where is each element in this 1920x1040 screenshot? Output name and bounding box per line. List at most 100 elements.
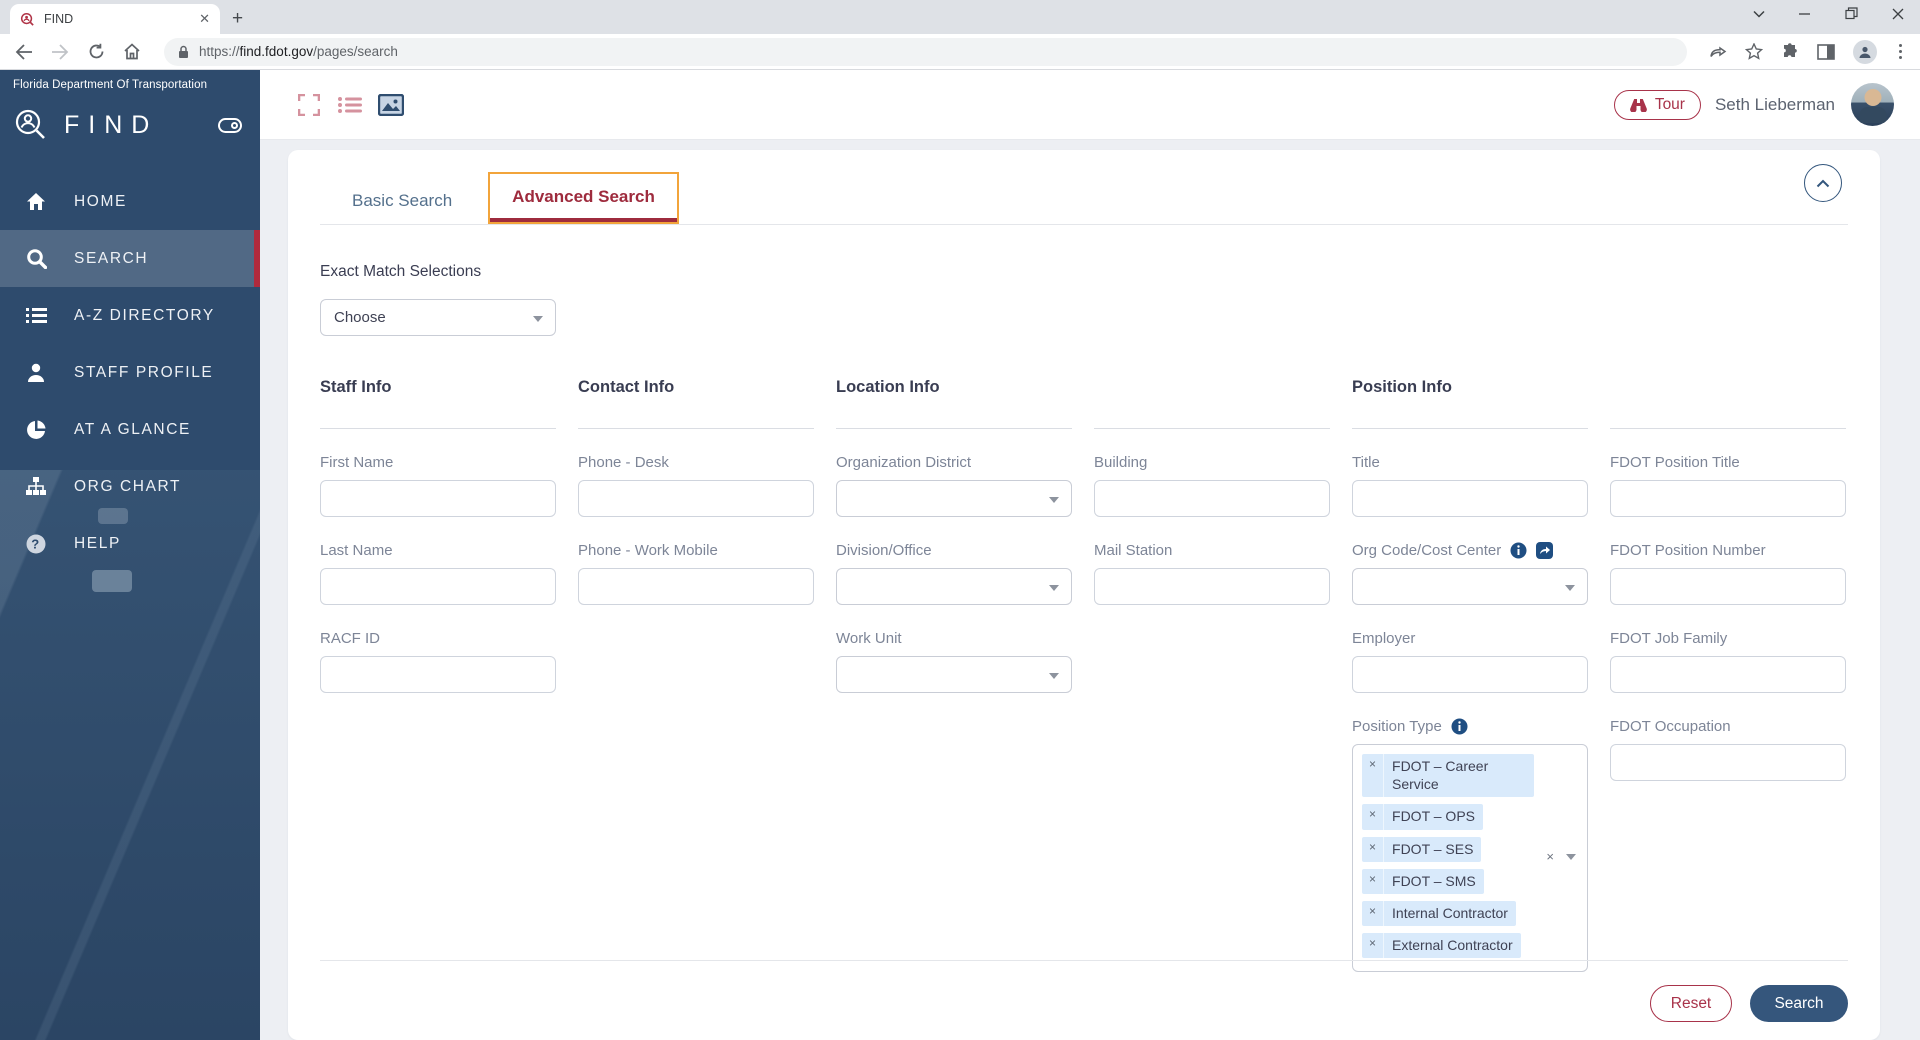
multiselect-clear-all-icon[interactable]: ×	[1546, 849, 1554, 864]
search-tabs: Basic Search Advanced Search	[320, 150, 1848, 225]
last-name-label: Last Name	[320, 542, 393, 559]
tab-advanced-search[interactable]: Advanced Search	[488, 172, 679, 224]
last-name-input[interactable]	[320, 568, 556, 605]
chip-remove-icon[interactable]: ×	[1362, 804, 1385, 830]
section-title-location: Location Info	[836, 378, 940, 396]
tab-close-icon[interactable]: ✕	[199, 11, 210, 27]
fdot-job-family-input[interactable]	[1610, 656, 1846, 693]
tab-basic-search[interactable]: Basic Search	[330, 178, 474, 224]
reset-button[interactable]: Reset	[1650, 985, 1732, 1022]
forward-button[interactable]	[50, 42, 70, 62]
chip-remove-icon[interactable]: ×	[1362, 868, 1385, 894]
chevron-down-icon	[1049, 497, 1059, 503]
sidebar-item-search[interactable]: SEARCH	[0, 230, 260, 287]
chip-remove-icon[interactable]: ×	[1362, 900, 1385, 927]
racf-id-input[interactable]	[320, 656, 556, 693]
sidebar-item-az-directory[interactable]: A-Z DIRECTORY	[0, 287, 260, 344]
chip-internal-contractor: × Internal Contractor	[1362, 900, 1516, 927]
title-label: Title	[1352, 454, 1380, 471]
lock-icon	[178, 45, 189, 59]
url-text: https://find.fdot.gov/pages/search	[199, 44, 398, 59]
section-title-staff: Staff Info	[320, 378, 392, 396]
sidebar-item-at-a-glance[interactable]: AT A GLANCE	[0, 401, 260, 458]
fdot-occupation-input[interactable]	[1610, 744, 1846, 781]
search-icon	[25, 248, 47, 269]
new-tab-button[interactable]: +	[232, 9, 243, 28]
sidebar-item-staff-profile[interactable]: STAFF PROFILE	[0, 344, 260, 401]
open-org-chart-icon[interactable]	[1536, 542, 1554, 559]
home-button[interactable]	[122, 42, 142, 62]
title-input[interactable]	[1352, 480, 1588, 517]
fdot-occupation-label: FDOT Occupation	[1610, 718, 1731, 735]
window-menu-chevron-icon[interactable]	[1753, 10, 1765, 18]
fdot-position-title-input[interactable]	[1610, 480, 1846, 517]
share-icon[interactable]	[1709, 43, 1727, 60]
chip-external-contractor: × External Contractor	[1362, 933, 1521, 959]
person-icon	[25, 363, 47, 382]
window-minimize-button[interactable]	[1799, 8, 1811, 20]
svg-text:?: ?	[31, 536, 41, 551]
position-type-multiselect[interactable]: × FDOT – Career Service × FDOT – OPS × FDOT…	[1352, 744, 1588, 972]
section-divider	[836, 428, 1072, 429]
chevron-down-icon	[533, 316, 543, 322]
chevron-up-icon	[1816, 179, 1830, 187]
fdot-position-number-input[interactable]	[1610, 568, 1846, 605]
sidebar-item-org-chart[interactable]: ORG CHART	[0, 458, 260, 515]
sidebar-collapse-toggle[interactable]	[218, 117, 242, 133]
collapse-panel-button[interactable]	[1804, 164, 1842, 202]
url-bar[interactable]: https://find.fdot.gov/pages/search	[164, 37, 1687, 66]
section-divider	[320, 428, 556, 429]
window-restore-button[interactable]	[1845, 7, 1858, 20]
fdot-job-family-label: FDOT Job Family	[1610, 630, 1728, 647]
browser-tab[interactable]: FIND ✕	[10, 4, 220, 34]
fullscreen-view-icon[interactable]	[296, 92, 322, 118]
chevron-down-icon[interactable]	[1566, 853, 1576, 860]
division-office-select[interactable]	[836, 568, 1072, 605]
card-view-icon[interactable]	[378, 92, 404, 118]
extensions-puzzle-icon[interactable]	[1781, 42, 1799, 61]
list-view-icon[interactable]	[337, 92, 363, 118]
mail-station-label: Mail Station	[1094, 542, 1173, 559]
back-button[interactable]	[14, 42, 34, 62]
first-name-label: First Name	[320, 454, 394, 471]
work-unit-label: Work Unit	[836, 630, 902, 647]
building-input[interactable]	[1094, 480, 1330, 517]
sidebar-item-help[interactable]: ? HELP	[0, 515, 260, 572]
work-unit-select[interactable]	[836, 656, 1072, 693]
form-actions: Reset Search	[320, 960, 1848, 1022]
side-panel-icon[interactable]	[1816, 43, 1835, 60]
phone-work-mobile-label: Phone - Work Mobile	[578, 542, 718, 559]
building-label: Building	[1094, 454, 1148, 471]
organization-district-label: Organization District	[836, 454, 972, 471]
phone-desk-input[interactable]	[578, 480, 814, 517]
info-icon[interactable]	[1510, 542, 1527, 559]
window-close-button[interactable]	[1892, 8, 1904, 20]
chip-remove-icon[interactable]: ×	[1362, 754, 1385, 798]
section-divider	[578, 428, 814, 429]
browser-profile-avatar[interactable]	[1852, 39, 1877, 64]
phone-work-mobile-input[interactable]	[578, 568, 814, 605]
browser-menu-kebab-icon[interactable]	[1895, 43, 1907, 60]
user-avatar[interactable]	[1851, 83, 1894, 126]
info-icon[interactable]	[1451, 718, 1468, 735]
org-code-select[interactable]	[1352, 568, 1588, 605]
bookmark-star-icon[interactable]	[1744, 43, 1763, 60]
section-divider	[1094, 428, 1330, 429]
tour-button[interactable]: Tour	[1613, 89, 1701, 120]
employer-input[interactable]	[1352, 656, 1588, 693]
exact-match-label: Exact Match Selections	[320, 263, 482, 280]
sidebar-item-home[interactable]: HOME	[0, 173, 260, 230]
chip-fdot-sms: × FDOT – SMS	[1362, 868, 1484, 894]
chip-fdot-ops: × FDOT – OPS	[1362, 804, 1483, 830]
search-button[interactable]: Search	[1750, 985, 1848, 1022]
mail-station-input[interactable]	[1094, 568, 1330, 605]
section-title-contact: Contact Info	[578, 378, 675, 396]
organization-district-select[interactable]	[836, 480, 1072, 517]
division-office-label: Division/Office	[836, 542, 932, 559]
reload-button[interactable]	[86, 42, 106, 62]
first-name-input[interactable]	[320, 480, 556, 517]
chip-remove-icon[interactable]: ×	[1362, 836, 1385, 862]
user-name: Seth Lieberman	[1714, 94, 1835, 114]
chip-remove-icon[interactable]: ×	[1362, 933, 1385, 959]
exact-match-select[interactable]: Choose	[320, 299, 556, 336]
